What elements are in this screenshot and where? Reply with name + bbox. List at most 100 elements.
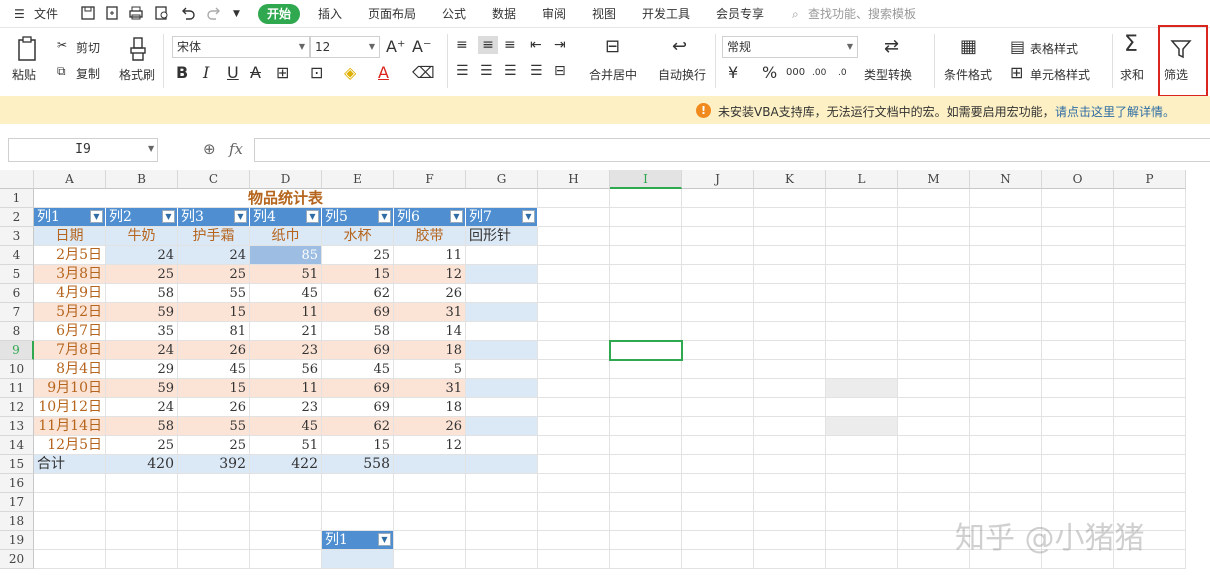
grid-cell[interactable] — [538, 493, 610, 512]
grid-cell[interactable] — [898, 493, 970, 512]
grid-cell[interactable] — [1114, 227, 1186, 246]
column-header-B[interactable]: B — [106, 170, 178, 189]
data-cell[interactable]: 26 — [394, 284, 466, 303]
menu-icon[interactable]: ☰ — [14, 5, 25, 23]
grid-cell[interactable] — [826, 303, 898, 322]
grid-cell[interactable] — [1042, 284, 1114, 303]
column-header-K[interactable]: K — [754, 170, 826, 189]
grid-cell[interactable] — [1042, 322, 1114, 341]
data-cell[interactable]: 15 — [178, 303, 250, 322]
data-cell[interactable] — [466, 436, 538, 455]
table-header-cell[interactable]: 列4 ▼ — [250, 208, 322, 227]
grid-cell[interactable] — [898, 284, 970, 303]
data-cell[interactable]: 6月7日 — [34, 322, 106, 341]
grid-cell[interactable] — [1114, 303, 1186, 322]
grid-cell[interactable] — [1114, 322, 1186, 341]
grid-cell[interactable] — [826, 341, 898, 360]
grid-cell[interactable] — [1114, 493, 1186, 512]
grid-cell[interactable] — [970, 284, 1042, 303]
data-cell[interactable]: 2月5日 — [34, 246, 106, 265]
grid-cell[interactable] — [1114, 246, 1186, 265]
grid-cell[interactable] — [538, 265, 610, 284]
data-cell[interactable]: 26 — [178, 341, 250, 360]
grid-cell[interactable] — [682, 531, 754, 550]
grid-cell[interactable] — [1042, 360, 1114, 379]
grid-cell[interactable] — [826, 246, 898, 265]
grid-cell[interactable] — [466, 493, 538, 512]
grid-cell[interactable] — [898, 436, 970, 455]
data-cell[interactable]: 12月5日 — [34, 436, 106, 455]
thousands-icon[interactable]: 000 — [786, 64, 805, 82]
grid-cell[interactable] — [610, 265, 682, 284]
grid-cell[interactable] — [970, 246, 1042, 265]
grid-cell[interactable] — [394, 531, 466, 550]
data-cell[interactable]: 23 — [250, 341, 322, 360]
total-cell[interactable]: 合计 — [34, 455, 106, 474]
grid-cell[interactable] — [466, 512, 538, 531]
grid-cell[interactable] — [610, 303, 682, 322]
column-header-M[interactable]: M — [898, 170, 970, 189]
row-header-4[interactable]: 4 — [0, 246, 34, 265]
align-right-icon[interactable]: ☰ — [504, 62, 517, 80]
grid-cell[interactable] — [970, 360, 1042, 379]
copy-button[interactable]: 复制 — [76, 65, 100, 82]
grid-cell[interactable] — [682, 322, 754, 341]
data-cell[interactable]: 62 — [322, 417, 394, 436]
row-header-16[interactable]: 16 — [0, 474, 34, 493]
grid-cell[interactable] — [538, 341, 610, 360]
grid-cell[interactable] — [682, 493, 754, 512]
grid-cell[interactable] — [898, 227, 970, 246]
column-header-G[interactable]: G — [466, 170, 538, 189]
total-cell[interactable]: 420 — [106, 455, 178, 474]
align-middle-icon[interactable]: ≡ — [478, 36, 498, 54]
grid-cell[interactable] — [178, 493, 250, 512]
grid-cell[interactable] — [394, 512, 466, 531]
data-cell[interactable]: 56 — [250, 360, 322, 379]
filter-dropdown-icon[interactable]: ▼ — [450, 210, 463, 223]
grid-cell[interactable] — [898, 379, 970, 398]
row-header-1[interactable]: 1 — [0, 189, 34, 208]
grid-cell[interactable] — [538, 398, 610, 417]
data-cell[interactable]: 51 — [250, 265, 322, 284]
data-cell[interactable]: 25 — [106, 265, 178, 284]
format-painter-icon[interactable] — [128, 36, 148, 62]
row-header-8[interactable]: 8 — [0, 322, 34, 341]
paste-button[interactable]: 粘贴 — [12, 66, 36, 83]
grid-cell[interactable] — [826, 550, 898, 569]
type-convert-button[interactable]: 类型转换 — [864, 66, 912, 83]
column-header-J[interactable]: J — [682, 170, 754, 189]
data-cell[interactable]: 21 — [250, 322, 322, 341]
table-header-cell[interactable]: 列6 ▼ — [394, 208, 466, 227]
cut-button[interactable]: 剪切 — [76, 39, 100, 56]
underline-icon[interactable]: U — [227, 64, 239, 82]
grid-cell[interactable] — [106, 493, 178, 512]
grid-cell[interactable] — [682, 512, 754, 531]
grid-cell[interactable] — [610, 284, 682, 303]
data-cell[interactable]: 31 — [394, 379, 466, 398]
grid-cell[interactable] — [538, 474, 610, 493]
grid-cell[interactable] — [898, 189, 970, 208]
grid-cell[interactable] — [538, 550, 610, 569]
grid-cell[interactable] — [826, 265, 898, 284]
row-header-5[interactable]: 5 — [0, 265, 34, 284]
grid-cell[interactable] — [970, 189, 1042, 208]
data-cell[interactable] — [466, 341, 538, 360]
grid-cell[interactable] — [754, 379, 826, 398]
save-icon[interactable] — [80, 5, 96, 21]
grid-cell[interactable] — [682, 398, 754, 417]
decrease-font-icon[interactable]: A⁻ — [412, 38, 431, 56]
grid-cell[interactable] — [1042, 417, 1114, 436]
grid-cell[interactable] — [322, 493, 394, 512]
grid-cell[interactable] — [682, 303, 754, 322]
data-cell[interactable]: 58 — [106, 417, 178, 436]
grid-cell[interactable] — [1114, 379, 1186, 398]
grid-cell[interactable] — [1042, 208, 1114, 227]
data-cell[interactable]: 3月8日 — [34, 265, 106, 284]
strikethrough-icon[interactable]: A — [250, 64, 261, 82]
data-cell[interactable]: 7月8日 — [34, 341, 106, 360]
grid-cell[interactable] — [178, 550, 250, 569]
grid-cell[interactable] — [754, 189, 826, 208]
grid-cell[interactable] — [682, 360, 754, 379]
selected-cell[interactable] — [609, 340, 683, 361]
sum-button[interactable]: 求和 — [1120, 66, 1144, 83]
